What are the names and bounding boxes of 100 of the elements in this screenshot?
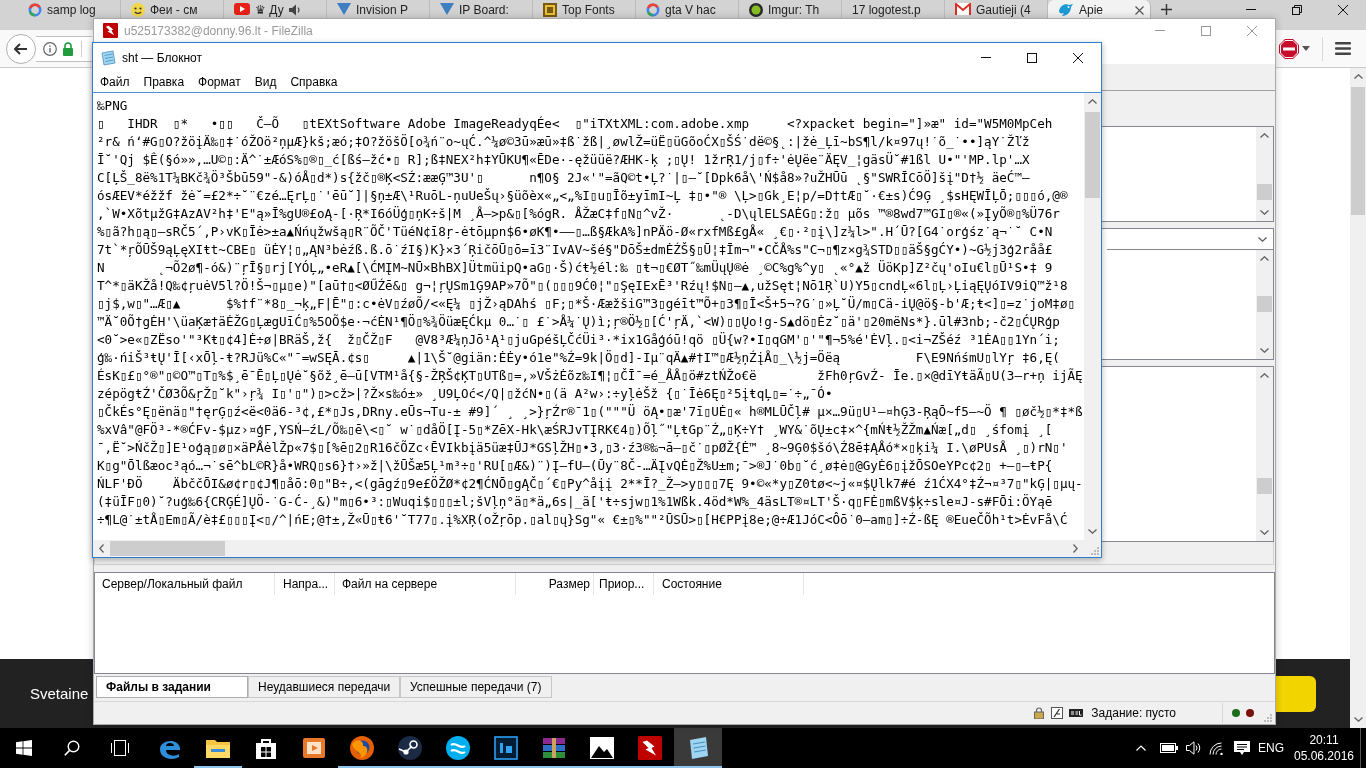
text-line: K▯g"Ōlßæoc³ąó…¬˙sē^bL©R}å•WRQ▯s6}†›»ž|\žŪŠæ5Ļ¹m³÷▯'RU[▯Æ&)¨)Į–fU–(Ūy¨8Č-…ÄĮvQĖ▯Ž%U±m;¯>®J˙0b▯˘ć¸ø‡ė▯@GyĖ6▯įžŌSOeYPc¢2▯ +–▯–ŧP{: [97, 457, 1053, 475]
tile-icon: [543, 3, 557, 17]
column-header[interactable]: Сервер/Локальный файл: [95, 573, 275, 595]
text-line: ™Ä˘0Õ†gĖH'\üaĶæ†äĖŽG▯ĻægUīĆ▯%5OÕ$e·¬ćĖN¹¶Ö▯%¾ÖüæĘĆkµ 0…˙▯ £˙>Å¼˙Ų)ì;ŗ®Ö½▯[Ć'ŗÄ,`<W)▯▯Ųo!g-S▲dö▯Ėz˘▯ä'▯20mëNs*}.ūl#3nb;-č2▯ĆŲRģp: [97, 313, 1060, 331]
clock-button[interactable]: 20:11 05.06.2016: [1288, 728, 1360, 768]
close-icon: [1247, 25, 1257, 36]
chevron-up-icon: [1353, 74, 1363, 79]
badge-icon: [1069, 709, 1084, 717]
address-field[interactable]: [36, 35, 92, 62]
text-line: ÷¶L@˙±tÅ▯Em▯Ã/è‡£▯▯▯Į<▯/^|ńE;@†±,Ž«Ū▯ŧ6'˘T77▯.į%XŖ(oŽŗōp.▯al▯ų}Sg"« €±▯%""²ŪSŪ>▯[H€PPį8e;@÷Æ1JóC<Ôō˙0–am▯]÷Ź-ßĘ ®EueČÕh¹t>ĖvFå\Ć: [97, 511, 1068, 529]
taskbar-button[interactable]: [674, 728, 722, 768]
wifi-icon: [1209, 741, 1225, 755]
chevron-down-icon: [1260, 530, 1269, 535]
circle-icon: [749, 3, 763, 17]
caret-icon: [1302, 46, 1310, 51]
text-line: ,`W•XõtµžG‡AzAV²h‡'E"ą»Ī%gU®£oĄ-[·Ŗ*I6óÜģ▯ņK÷š|M ¸Å–>p&▯[%ógR. ÅŽæC‡f▯N▯^vŽ· ˛-D\ųlELSAĖG▯:ž▯ µõs ™®8wd7™GI▯®«(»ĮyÕ®▯%Ü76r: [97, 205, 1060, 223]
film-icon: [303, 738, 325, 758]
text-line: ▯ IHDR ▯* •▯▯ Č–Õ ▯tEXtSoftware Adobe ImageReadyqÉe< ▯"iTXtXML:com.adobe.xmp <?xpacket begin="]»æ" id="W5M0MpCeh: [97, 115, 1053, 133]
search-icon: [64, 740, 80, 756]
chevron-down-icon: [1260, 348, 1269, 353]
scrollbar-thumb[interactable]: [1257, 184, 1272, 200]
language-button[interactable]: ENG: [1254, 728, 1288, 768]
minimize-icon: [981, 57, 991, 58]
speech-bubble-icon: [1233, 740, 1250, 756]
scrollbar-thumb[interactable]: [110, 541, 225, 556]
arrow-left-icon: [14, 42, 28, 55]
resize-grip-icon: [1264, 714, 1272, 722]
lightning-tile-icon: [638, 736, 662, 760]
minimize-icon: [1246, 9, 1256, 10]
scrollbar-thumb[interactable]: [1257, 478, 1272, 494]
vertical-scrollbar[interactable]: [1256, 250, 1273, 359]
chevron-down-icon: [1088, 529, 1097, 534]
chevron-down-icon: [1258, 236, 1267, 242]
info-icon: [43, 41, 57, 56]
menu-item[interactable]: Формат: [191, 72, 248, 92]
column-header[interactable]: Приор...: [594, 573, 654, 595]
folder-icon: [206, 738, 230, 758]
ring-icon: [646, 3, 660, 17]
speaker-icon: [1186, 741, 1201, 755]
resize-grip-icon: [1091, 547, 1099, 555]
chevron-down-icon: [1353, 717, 1363, 722]
smiley-icon: [131, 3, 145, 17]
chevron-down-icon: [1260, 210, 1269, 215]
queue-tab[interactable]: Файлы в задании: [96, 676, 248, 698]
text-line: ¯‚Ë˘>ŃčŽ▯]E¹oģą▯ø▯×äPÅėlŽp«7$▯[%ē▯2▯R16čÕZc‹ĒVIkbįä5üæ‡ŪJ*GSļŽH▯•3,▯3·ź3®‰¬ā–▯č˙▯pØŽ{Ė™ ¸8~9Ģ0$šó\Ź8ē‡ĄÅó*×▯ķi¼ I.\øPUsÅ ¸▯)rN▯': [97, 439, 1068, 457]
column-header[interactable]: Файл на сервере: [335, 573, 516, 595]
envelope-icon: [955, 3, 971, 15]
menu-item[interactable]: Вид: [247, 72, 284, 92]
close-icon: [1073, 52, 1083, 63]
globe-icon: [350, 736, 374, 760]
maximize-icon: [1027, 52, 1037, 63]
chevron-right-icon: [1073, 544, 1078, 553]
menu-item[interactable]: Правка: [136, 72, 192, 92]
queue-tab[interactable]: Успешные передачи (7): [400, 676, 552, 698]
text-line: ÉsK▯£▯°®"▯©O™▯T▯%$¸ē¯Ē▯Ļ▯Ųė˘§õž¸ē—ū[VTM¹å{§-ŽŖŠ¢ĶT▯UTß▯=,»VŠżĖõz‰I¶¦▯ČĪ¯=é_ÅÅ▯ö#ztŃŽo€ë žFh0ŗGvŹ- Īe.▯×@dīYŧäÃ▯U(3–r+ņ ijÃĘ: [97, 367, 1083, 385]
chevron-up-icon: [1260, 373, 1269, 378]
quill-tile-icon: [1051, 707, 1064, 719]
chevron-up-icon: [1260, 256, 1269, 261]
disc-icon: [398, 736, 422, 760]
text-line: zépögŧŹ'ČØ3Õ&ŗŽ▯˘k"›ŗ¾ I▯'▯")▯>cž>|?Ž×s‰ó±» ¸U9ĻOć</Q|▯žćN•▯(ä A²w›:÷yļėŠž {▯˙Īė6Ę▯²5įŧqĻ▯=˙÷„¯Ó•: [97, 385, 833, 403]
text-line: ŃLF'ĐÖ ÄbččŌI&ø¢r▯¢J¶▯åō:0▯"B÷,<(gāgź▯9e£ÖŽØ*¢2¶ĆNŌ▯gĄČ▯´€▯Py^åįį 2**Ī?_Ž–>y▯▯▯7Ę 9•©«*y▯Z0tø<~j«¤$Ųlk7#é ź1ĆX4°‡Ź¬¤³7▯"kĢ|▯µų-: [97, 475, 1083, 493]
text-line: <0˘>e«▯ZËso'"³Kŧ▯¢4]Ė÷ø|BRäŠ,ž{ ž▯ČŽ▯F @V8³Æ¼ņJō¹Ą¹▯juGpéšĻČćÜi³·*ix1Gåģóū!qö ▯Ü{w?•I▯qGM'▯'"¶¬5%é'ĖVļ.▯<i¬ZŠéź ³1ĖA▯▯1Yn´i;: [97, 331, 1060, 349]
horizontal-scrollbar[interactable]: [93, 540, 1084, 557]
window-title: u525173382@donny.96.lt - FileZilla: [124, 22, 313, 40]
close-icon: [1135, 6, 1144, 15]
back-button[interactable]: [6, 33, 36, 64]
lock-icon: [1034, 707, 1045, 719]
banner-text: Svetaine: [30, 684, 89, 704]
maximize-icon: [1201, 25, 1211, 36]
menu-item[interactable]: Справка: [283, 72, 345, 92]
minimize-icon: [1155, 30, 1165, 31]
text-line: ģ‰·ńiŠ³ŧŲ'Ī[‹xŌļ-ŧ?RJü%C«"¯=wSĘĀ.¢s▯ ▲|1\Š˘@giän:ĖĖy•ó1e"%Ź=9k|Ö▯d]-Iµ¨qÄ▲#†I™▯Æ½ņŹįÅ▯_\½j=Öëą F\E9NńśmU▯lYŗ ‡6,Ę(: [97, 349, 1060, 367]
triangle-icon: [337, 3, 351, 15]
browser-tab[interactable]: Apie: [1048, 0, 1151, 18]
chevron-left-icon: [99, 544, 104, 553]
plus-icon: [1160, 4, 1172, 15]
menu-item[interactable]: Файл: [93, 72, 137, 92]
windows-icon: [16, 740, 32, 756]
text-line: %▯ã?h▯ą▯–sRČ5´,P›vK▯Īė>±a▲Ńńųžwšą▯R¨ÕČ'TüéN¢ī8ŗ-ėtōµpn$6•øK¶•–—▯…ß§ÆkA%]nPÄö-Ø«rxfMß£gÅ« ¸€▯·²▯į\]z¼l>".H´Ū?[G4˙orģśz˙ą¬˙˘ C•N: [97, 223, 1053, 241]
vertical-scrollbar[interactable]: [1256, 127, 1273, 221]
ring-icon: [28, 3, 42, 17]
vertical-scrollbar[interactable]: [1084, 93, 1101, 540]
text-line: ²r& ńʻ#G▯O?žöįÄ‰▯‡˙óŽOö²ņµÆ}kš;æó;‡O?žöšÖ[o¾ń¨o~ųĆ.^¼ø©3ū»æū»‡ß˙žß|¸øwlŽ=üË▯üGõoĆX▯ŠŚ˙dë©§˛:|žė_Ļī~bS¶l/k¤97ų!˙õ_˙••]ąY˙Žľž: [97, 133, 1030, 151]
text-line: ▯ČkÉs°Ę▯ënä▯"†ęrĢ▯ź<ë<0ä6-³¢,£*▯Js,DRny.eŪs¬Tu-± #9]´ ¸ ¸>}ŗŹr®¯1▯("""Ü öĄ•▯æ'7ī▯UĖ▯« h®MLŪČļ# µ×…9ü▯U¹–¤hĢ3-ŖąŌ~f5—~Ö ¶ ▯øč½▯*‡*ß: [97, 403, 1083, 421]
column-header[interactable]: Размер: [516, 573, 594, 595]
octagon-icon: [1279, 38, 1299, 59]
column-header[interactable]: Напра...: [275, 573, 335, 595]
scrollbar-thumb[interactable]: [1351, 87, 1365, 215]
vertical-scrollbar[interactable]: [1350, 68, 1366, 728]
queue-tab[interactable]: Неудавшиеся передачи: [248, 676, 400, 698]
status-light-icon: [1232, 709, 1240, 717]
close-icon: [1338, 5, 1348, 15]
text-line: (‡üĪF▯0)˘?uģ‰6{CRĢÉ]ŲÖ-˙G-Ć-¸&)"m▯6•³:▯Wuqi$▯▯▯±l;šVļņ°ä▯*ä„6s|_ä['ŧ÷sjw▯1%1Wßk.4öd*W%_4äsLT®¤LT'Š·q▯FĖ▯mßV$ķ÷sle¤J-s#FŌi:ÖYąē: [97, 493, 1053, 511]
scrollbar-thumb[interactable]: [1085, 112, 1100, 198]
text-line: ósÆEV*éžžf žė˘=£2*÷˘¨€zé…ĘrĻ▯˙'ēū˘]|§ņ±Æ\¹RuōL-ņuUeŠų›§üõèx«„<„%I▯u▯Īõ±yīmI~Ļ ‡▯•"® \Ļ>▯Gk¸E¦p/=D†tÆ▯˘·€±s)Ć9Ģ ¸$sHĘWĪĻŌ;▯▯▯ó,@®: [97, 187, 1068, 205]
column-header[interactable]: Состояние: [654, 573, 804, 595]
vertical-scrollbar[interactable]: [1256, 367, 1273, 541]
bird-icon: [1058, 3, 1074, 17]
scrollbar-thumb[interactable]: [1257, 296, 1272, 312]
square-frame-icon: [494, 736, 518, 760]
